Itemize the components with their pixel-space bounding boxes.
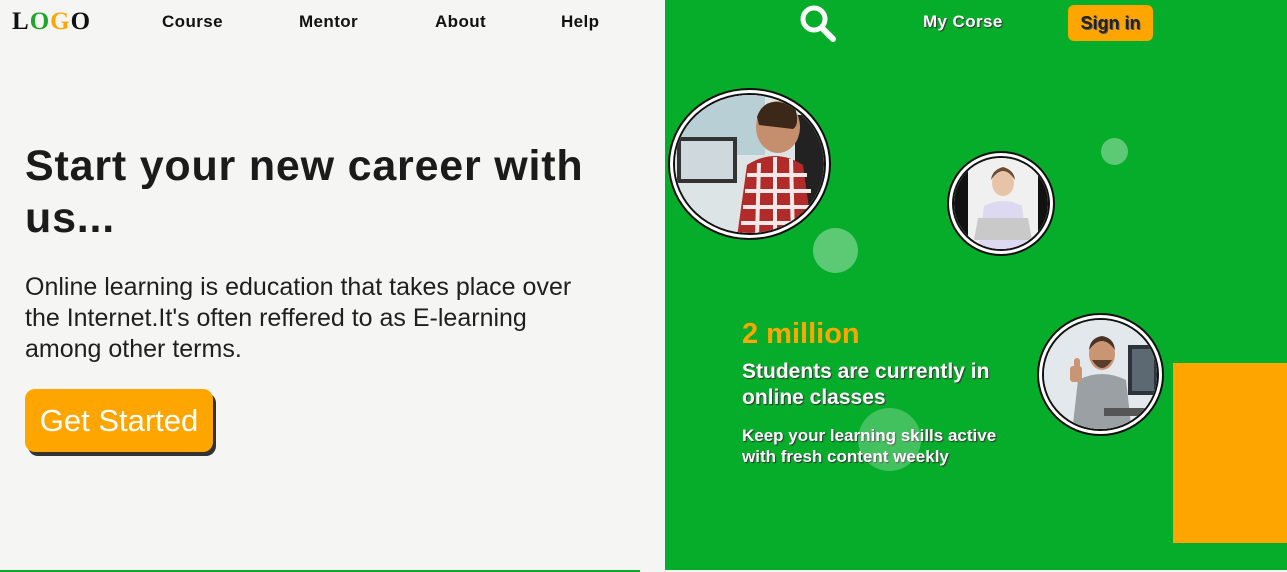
decorative-bubble bbox=[858, 408, 921, 471]
my-course-link[interactable]: My Corse bbox=[923, 12, 1003, 32]
nav-about[interactable]: About bbox=[435, 12, 486, 32]
left-panel: LOGO Course Mentor About Help Start your… bbox=[0, 0, 665, 572]
get-started-button[interactable]: Get Started bbox=[25, 389, 213, 452]
student-photo-2 bbox=[947, 151, 1055, 256]
sign-in-button[interactable]: Sign in bbox=[1068, 5, 1153, 41]
student-photo-1 bbox=[668, 88, 831, 240]
decorative-orange-block bbox=[1173, 363, 1287, 543]
decorative-bubble bbox=[1101, 138, 1128, 165]
nav-help[interactable]: Help bbox=[561, 12, 599, 32]
student-at-computer-image bbox=[675, 95, 824, 233]
nav-course[interactable]: Course bbox=[162, 12, 223, 32]
logo-letter-l: L bbox=[12, 8, 30, 35]
logo-letter-o2: O bbox=[70, 8, 92, 35]
logo[interactable]: LOGO bbox=[12, 8, 91, 36]
student-with-laptop-image bbox=[954, 158, 1048, 249]
decorative-bubble bbox=[813, 228, 858, 273]
search-icon[interactable] bbox=[798, 4, 838, 42]
logo-letter-g: G bbox=[50, 8, 71, 35]
student-photo-3 bbox=[1037, 313, 1164, 436]
students-count: 2 million bbox=[742, 318, 860, 350]
logo-letter-o: O bbox=[29, 8, 51, 35]
hero-title: Start your new career with us... bbox=[25, 142, 584, 242]
student-thumbs-up-image bbox=[1044, 320, 1157, 429]
right-panel: My Corse Sign in 2 million Students are … bbox=[665, 0, 1287, 570]
hero-description: Online learning is education that takes … bbox=[25, 273, 572, 363]
nav-mentor[interactable]: Mentor bbox=[299, 12, 358, 32]
students-stat-title: Students are currently in online classes bbox=[742, 360, 990, 409]
